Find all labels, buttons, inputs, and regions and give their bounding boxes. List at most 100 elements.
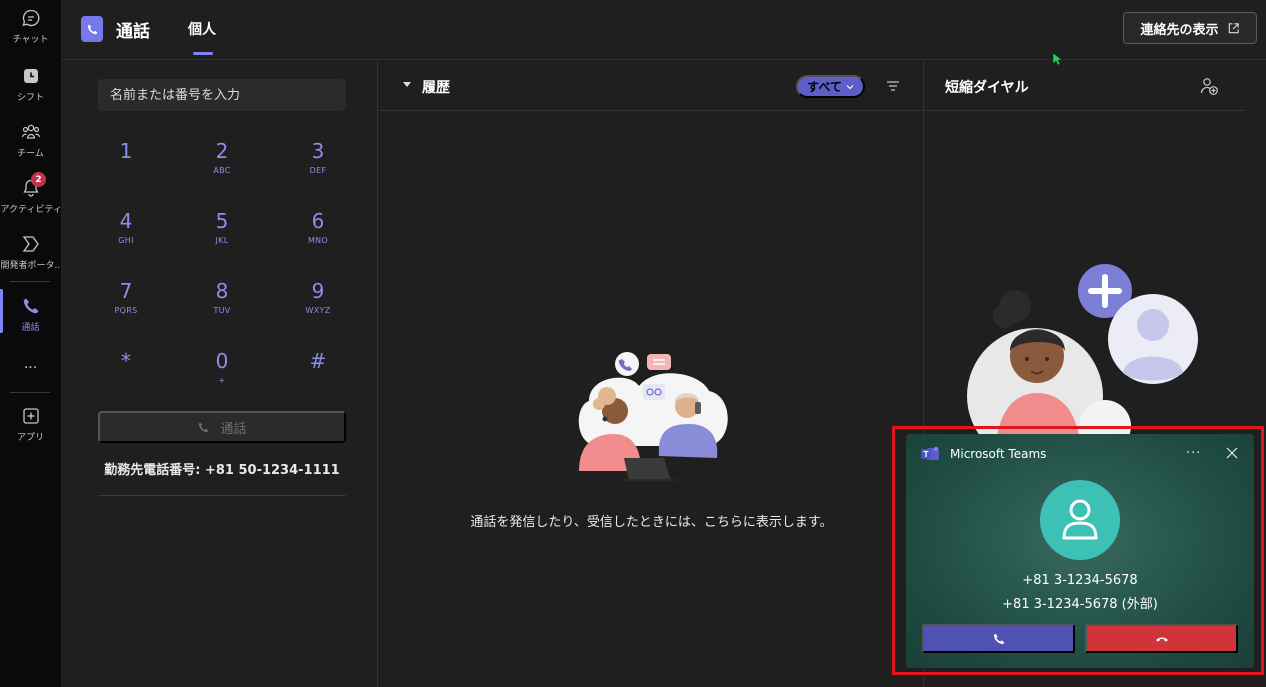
caller-avatar: [1040, 480, 1120, 560]
key-letters: TUV: [213, 306, 231, 315]
rail-item-apps[interactable]: アプリ: [0, 398, 61, 448]
key-digit: 4: [119, 209, 133, 233]
phone-icon: [993, 633, 1004, 644]
rail-label: アクティビティ: [0, 205, 61, 215]
hang-up-icon: [1155, 637, 1168, 641]
speed-dial-title: 短縮ダイヤル: [945, 80, 1029, 96]
dialpad-key-1[interactable]: 1: [91, 139, 161, 199]
caller-number-external: +81 3-1234-5678 (外部): [1002, 597, 1158, 612]
key-digit: #: [309, 349, 327, 373]
teams-icon: [21, 124, 40, 139]
rail-label: 通話: [21, 323, 40, 333]
accept-call-button[interactable]: [922, 624, 1075, 653]
history-empty-message: 通話を発信したり、受信したときには、こちらに表示します。: [470, 515, 833, 530]
empty-history-illustration: [578, 352, 728, 481]
work-phone-number: 勤務先電話番号: +81 50-1234-1111: [104, 463, 340, 478]
view-contacts-button[interactable]: 連絡先の表示: [1123, 12, 1257, 44]
history-title: 履歴: [422, 80, 450, 96]
close-icon[interactable]: [1226, 447, 1238, 459]
mouse-cursor-icon: [1052, 52, 1062, 66]
dialpad-key-0[interactable]: 0 +: [187, 349, 257, 409]
caller-number: +81 3-1234-5678: [1022, 573, 1138, 588]
collapse-caret-icon[interactable]: [403, 82, 411, 87]
app-header: 通話 個人 連絡先の表示: [61, 0, 1266, 60]
rail-label: アプリ: [16, 433, 44, 443]
app-rail: チャット シフト チーム アクティビティ 2 開発者ポータ... 通話 ... …: [0, 0, 61, 687]
number-input[interactable]: [98, 79, 346, 111]
key-letters: PQRS: [114, 306, 138, 315]
dialpad-key-5[interactable]: 5 JKL: [187, 209, 257, 269]
dialpad-key-4[interactable]: 4 GHI: [91, 209, 161, 269]
dialpad-key-star[interactable]: *: [91, 349, 161, 409]
key-digit: 0: [215, 349, 229, 373]
key-letters: JKL: [215, 236, 229, 245]
activity-badge: 2: [31, 172, 46, 187]
dialpad-key-3[interactable]: 3 DEF: [283, 139, 353, 199]
tab-active-indicator: [193, 52, 213, 55]
rail-item-developer-portal[interactable]: 開発者ポータ...: [0, 226, 61, 276]
dialpad-key-8[interactable]: 8 TUV: [187, 279, 257, 339]
rail-item-shifts[interactable]: シフト: [0, 58, 61, 108]
history-filter-dropdown[interactable]: すべて: [796, 75, 865, 98]
key-digit: 1: [119, 139, 133, 163]
dialpad-key-2[interactable]: 2 ABC: [187, 139, 257, 199]
key-letters: WXYZ: [305, 306, 331, 315]
key-digit: 8: [215, 279, 229, 303]
divider: [98, 495, 346, 496]
rail-label: シフト: [16, 93, 44, 103]
key-digit: 9: [311, 279, 325, 303]
rail-label: 開発者ポータ...: [0, 261, 61, 271]
rail-item-chat[interactable]: チャット: [0, 0, 61, 50]
call-button[interactable]: 通話: [98, 411, 346, 443]
more-icon: ...: [23, 356, 38, 372]
rail-item-calls[interactable]: 通話: [0, 288, 61, 338]
key-letters: +: [218, 376, 226, 385]
key-digit: 6: [311, 209, 325, 233]
dialpad-key-9[interactable]: 9 WXYZ: [283, 279, 353, 339]
key-letters: MNO: [307, 236, 329, 245]
phone-icon: [87, 24, 97, 34]
key-digit: 5: [215, 209, 229, 233]
dialpad-key-7[interactable]: 7 PQRS: [91, 279, 161, 339]
history-pane: 履歴 すべて 通話を発信したり、受信したときには、こちらに表示します。: [379, 61, 924, 687]
developer-portal-icon: [22, 236, 39, 252]
dialpad-pane: 1 2 ABC 3 DEF 4 GHI 5 JKL 6 MNO 7 PQRS 8 TUV 9 W…: [61, 61, 378, 687]
calls-app-icon: [81, 16, 103, 42]
incoming-call-toast: Microsoft Teams ··· +81 3-1234-5678 +81 …: [906, 434, 1254, 668]
person-icon: [1062, 499, 1098, 540]
history-header: 履歴 すべて: [379, 61, 924, 111]
rail-divider: [10, 281, 50, 282]
page-title: 通話: [116, 22, 150, 42]
chat-icon: [22, 9, 39, 27]
key-letters: DEF: [309, 166, 327, 175]
phone-icon: [199, 422, 209, 432]
call-button-label: 通話: [220, 420, 247, 436]
teams-logo-icon: [921, 446, 939, 460]
toast-app-name: Microsoft Teams: [950, 447, 1047, 461]
phone-icon: [23, 298, 38, 314]
rail-divider: [10, 392, 50, 393]
filter-label: すべて: [807, 80, 842, 94]
rail-item-more[interactable]: ...: [0, 348, 61, 398]
view-contacts-label: 連絡先の表示: [1140, 21, 1219, 37]
decline-call-button[interactable]: [1085, 624, 1238, 653]
tab-personal[interactable]: 個人: [188, 19, 216, 39]
key-digit: 7: [119, 279, 133, 303]
dialpad-key-hash[interactable]: #: [283, 349, 353, 409]
key-digit: 3: [311, 139, 325, 163]
filter-icon[interactable]: [886, 80, 900, 92]
shifts-icon: [23, 69, 38, 83]
speed-dial-header: 短縮ダイヤル: [925, 61, 1245, 111]
rail-label: チャット: [12, 35, 49, 45]
rail-label: チーム: [17, 149, 44, 159]
key-digit: *: [121, 349, 131, 373]
key-digit: 2: [215, 139, 229, 163]
key-letters: ABC: [213, 166, 231, 175]
add-contact-icon[interactable]: [1199, 76, 1219, 96]
dialpad-key-6[interactable]: 6 MNO: [283, 209, 353, 269]
open-external-icon: [1228, 22, 1239, 33]
toast-more-options-icon[interactable]: ···: [1186, 446, 1201, 461]
chevron-down-icon: [846, 84, 854, 89]
rail-item-teams[interactable]: チーム: [0, 114, 61, 164]
key-letters: GHI: [118, 236, 134, 245]
